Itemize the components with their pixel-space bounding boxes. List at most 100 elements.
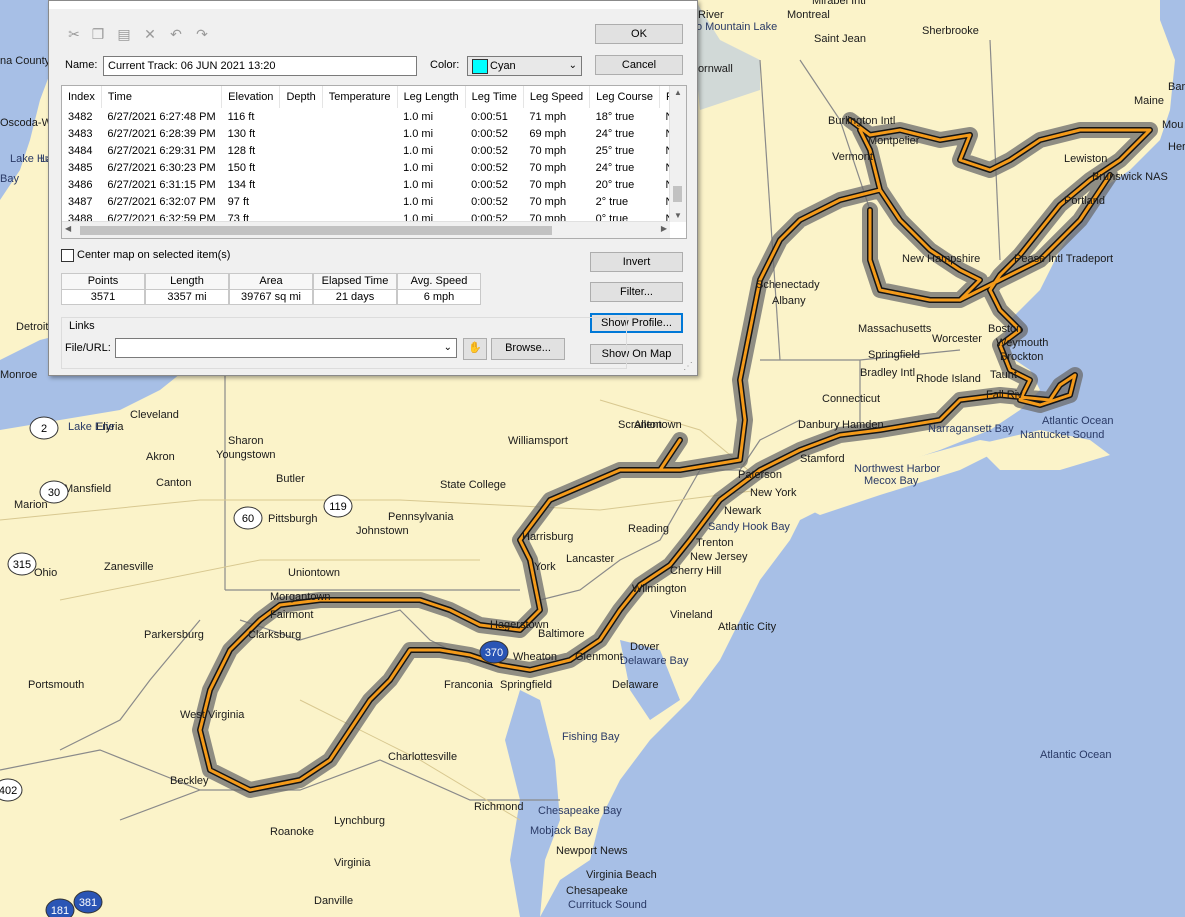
- place-label: Burlington Intl: [828, 115, 895, 127]
- place-label: New Jersey: [690, 551, 748, 563]
- column-header[interactable]: Leg Time: [465, 86, 524, 108]
- place-label: Charlottesville: [388, 751, 457, 763]
- invert-button[interactable]: Invert: [590, 252, 683, 272]
- open-link-icon[interactable]: ✋: [463, 338, 487, 360]
- dialog-title-strip: [49, 1, 697, 9]
- place-label: York: [534, 561, 556, 573]
- place-label: Saint Jean: [814, 33, 866, 45]
- table-row[interactable]: 3483 6/27/2021 6:28:39 PM 130 ft 1.0 mi 0:00…: [62, 125, 686, 142]
- place-label: Fairmont: [270, 609, 313, 621]
- table-cell: 150 ft: [227, 161, 256, 174]
- name-input[interactable]: Current Track: 06 JUN 2021 13:20: [103, 56, 417, 76]
- place-label: Sherbrooke: [922, 25, 979, 37]
- paste-icon[interactable]: ▤: [115, 25, 133, 43]
- column-header[interactable]: Index: [62, 86, 102, 108]
- center-map-checkbox[interactable]: [61, 249, 74, 262]
- column-header[interactable]: Leg Length: [397, 86, 466, 108]
- place-label: Chesapeake: [566, 885, 628, 897]
- place-label: Vermont: [832, 151, 873, 163]
- color-label: Color:: [430, 59, 460, 71]
- stat-header-points: Points: [61, 273, 145, 290]
- stat-header-length: Length: [145, 273, 229, 290]
- place-label: Pease Intl Tradeport: [1014, 253, 1113, 265]
- copy-icon[interactable]: ❐: [89, 25, 107, 43]
- scroll-right-icon[interactable]: ▶: [661, 224, 667, 233]
- place-label: Roanoke: [270, 826, 314, 838]
- table-row[interactable]: 3482 6/27/2021 6:27:48 PM 116 ft 1.0 mi 0:00…: [62, 108, 686, 125]
- horizontal-scroll-thumb[interactable]: [80, 226, 552, 235]
- file-url-input[interactable]: ⌄: [115, 338, 457, 358]
- filter-button[interactable]: Filter...: [590, 282, 683, 302]
- column-header[interactable]: Depth: [279, 86, 323, 108]
- place-label: Mobjack Bay: [530, 825, 593, 837]
- table-cell: 6/27/2021 6:27:48 PM: [107, 110, 216, 123]
- table-cell: [280, 125, 322, 142]
- scroll-down-icon[interactable]: ▼: [674, 211, 682, 220]
- place-label: Johnstown: [356, 525, 409, 537]
- column-header[interactable]: Temperature: [322, 86, 398, 108]
- place-label: Lancaster: [566, 553, 615, 565]
- table-header: Index Time Elevation Depth Temperature Leg Le…: [62, 86, 686, 108]
- place-label: Taunt: [990, 369, 1017, 381]
- place-label: Rhode Island: [916, 373, 981, 385]
- column-header[interactable]: Leg Course: [589, 86, 660, 108]
- table-cell: 1.0 mi: [403, 195, 434, 208]
- place-label: Brockton: [1000, 351, 1043, 363]
- column-header[interactable]: Elevation: [221, 86, 281, 108]
- delete-icon[interactable]: ✕: [141, 25, 159, 43]
- track-points-table[interactable]: Index Time Elevation Depth Temperature Leg Le…: [61, 85, 687, 239]
- undo-icon[interactable]: ↶: [167, 25, 185, 43]
- table-cell: 3487: [68, 195, 93, 208]
- scroll-left-icon[interactable]: ◀: [65, 224, 71, 233]
- cut-icon[interactable]: ✂: [65, 25, 83, 43]
- table-cell: 97 ft: [227, 195, 250, 208]
- route-shield-number: 381: [79, 897, 97, 909]
- place-label: Danbury: [798, 419, 840, 431]
- vertical-scrollbar[interactable]: ▲ ▼: [669, 86, 686, 222]
- place-label: River: [698, 9, 724, 21]
- resize-grip-icon[interactable]: ⋰: [683, 361, 695, 373]
- table-cell: 24° true: [595, 161, 635, 174]
- file-url-label: File/URL:: [65, 342, 111, 354]
- table-cell: 116 ft: [227, 110, 255, 123]
- table-cell: 0:00:52: [471, 195, 508, 208]
- table-cell: 1.0 mi: [403, 127, 434, 140]
- place-label: Atlantic City: [718, 621, 777, 633]
- column-header[interactable]: Time: [101, 86, 223, 108]
- table-row[interactable]: 3486 6/27/2021 6:31:15 PM 134 ft 1.0 mi 0:00…: [62, 176, 686, 193]
- table-cell: 130 ft: [227, 127, 256, 140]
- cancel-button[interactable]: Cancel: [595, 55, 683, 75]
- column-header[interactable]: Leg Speed: [523, 86, 591, 108]
- place-label: Springfield: [500, 679, 552, 691]
- place-label: Richmond: [474, 801, 524, 813]
- chevron-down-icon: ⌄: [568, 60, 577, 71]
- color-select[interactable]: Cyan ⌄: [467, 56, 582, 76]
- place-label: Cherry Hill: [670, 565, 721, 577]
- table-row[interactable]: 3487 6/27/2021 6:32:07 PM 97 ft 1.0 mi 0:00:…: [62, 193, 686, 210]
- table-row[interactable]: 3484 6/27/2021 6:29:31 PM 128 ft 1.0 mi 0:00…: [62, 142, 686, 159]
- place-label: Fall Riv: [986, 389, 1023, 401]
- place-label: Uniontown: [288, 567, 340, 579]
- place-label: Sandy Hook Bay: [708, 521, 790, 533]
- place-label: Wilmington: [632, 583, 686, 595]
- scroll-up-icon[interactable]: ▲: [674, 88, 682, 97]
- table-cell: [322, 159, 397, 176]
- place-label: Harrisburg: [522, 531, 573, 543]
- table-cell: [322, 193, 397, 210]
- table-row[interactable]: 3485 6/27/2021 6:30:23 PM 150 ft 1.0 mi 0:00…: [62, 159, 686, 176]
- vertical-scroll-thumb[interactable]: [673, 186, 682, 202]
- color-swatch: [472, 59, 488, 74]
- place-label: Youngstown: [216, 449, 276, 461]
- chevron-down-icon: ⌄: [443, 342, 452, 353]
- table-cell: 0:00:52: [471, 161, 508, 174]
- ok-button[interactable]: OK: [595, 24, 683, 44]
- redo-icon[interactable]: ↷: [193, 25, 211, 43]
- table-cell: [280, 159, 322, 176]
- place-label: Zanesville: [104, 561, 154, 573]
- horizontal-scrollbar[interactable]: ◀ ▶: [62, 221, 670, 238]
- stat-value-speed: 6 mph: [397, 289, 481, 305]
- place-label: Mecox Bay: [864, 475, 919, 487]
- place-label: Lake Erie: [68, 421, 114, 433]
- place-label: Atlantic Ocean: [1042, 415, 1114, 427]
- browse-button[interactable]: Browse...: [491, 338, 565, 360]
